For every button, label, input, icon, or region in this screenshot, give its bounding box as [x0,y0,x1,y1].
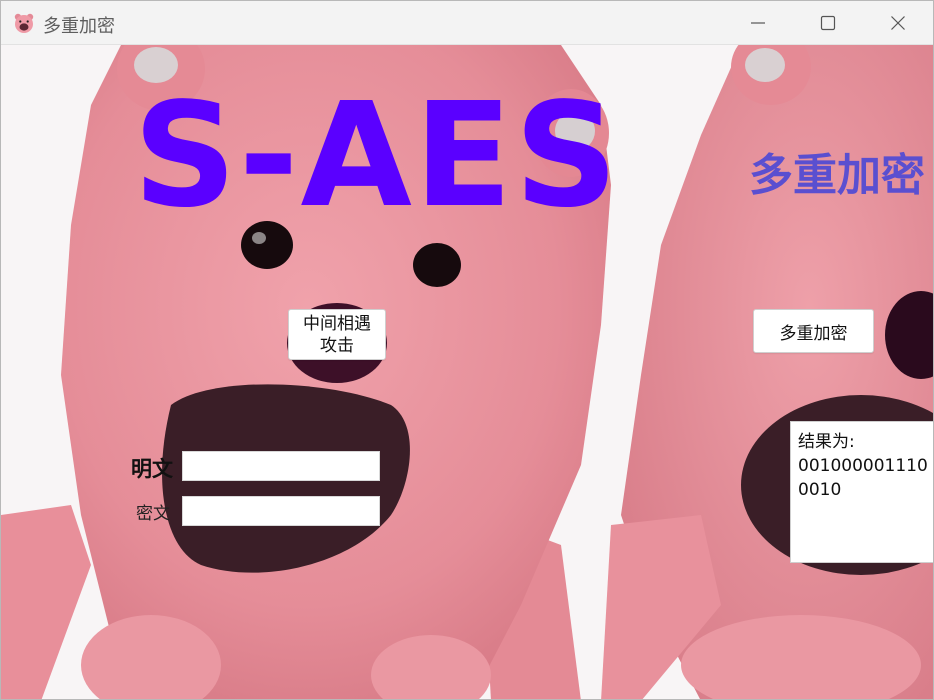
ciphertext-label: 密文 [136,504,170,524]
pink-bear-icon [14,13,34,33]
window-title: 多重加密 [43,16,115,37]
result-prefix: 结果为: [798,432,855,452]
result-box[interactable]: 结果为: 0010000011100010 [790,421,933,563]
close-icon [891,16,905,30]
minimize-icon [751,22,765,24]
side-title: 多重加密 [749,150,925,201]
close-button[interactable] [863,1,933,45]
main-title: S-AES [133,71,620,239]
minimize-button[interactable] [723,1,793,45]
meet-in-the-middle-button[interactable]: 中间相遇攻击 [288,309,386,360]
maximize-button[interactable] [793,1,863,45]
maximize-icon [820,15,836,31]
window-content: S-AES 多重加密 中间相遇攻击 多重加密 明文 密文 结果为: 001000… [1,45,933,699]
plaintext-label: 明文 [131,457,173,481]
app-window: 多重加密 S-AES 多重加密 中间相遇攻击 多重加密 明文 密文 结果为: 0… [0,0,934,700]
title-bar[interactable]: 多重加密 [1,1,933,45]
plaintext-input[interactable] [182,451,380,481]
result-value: 0010000011100010 [798,456,928,500]
multi-encrypt-button[interactable]: 多重加密 [753,309,874,353]
ciphertext-input[interactable] [182,496,380,526]
